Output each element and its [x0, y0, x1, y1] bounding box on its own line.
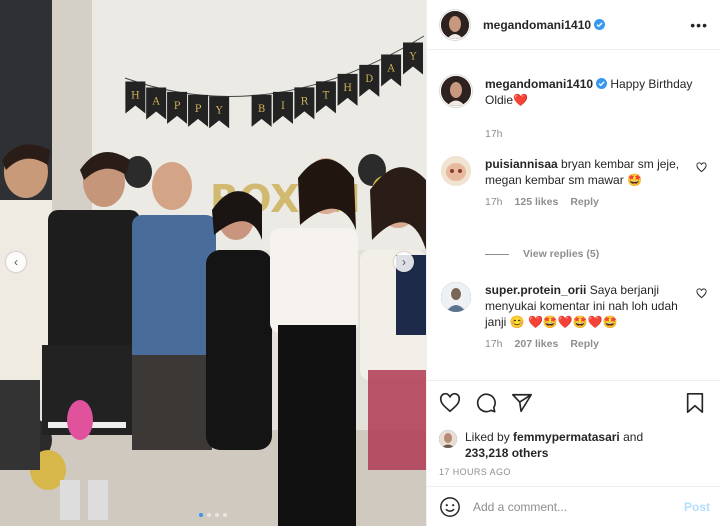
banner-letter: Y — [409, 52, 417, 63]
comment-avatar[interactable] — [441, 282, 471, 312]
like-heart-icon[interactable] — [439, 392, 461, 414]
view-replies-label: View replies (5) — [523, 248, 600, 260]
post-header: megandomani1410 ••• — [427, 0, 720, 50]
post-actions: Liked by femmypermatasari and 233,218 ot… — [427, 380, 720, 477]
comment-bubble-icon[interactable] — [475, 392, 497, 414]
star-struck-emoji: 🤩 — [627, 173, 643, 187]
replies-divider — [485, 253, 509, 255]
carousel-dot — [215, 513, 219, 517]
comment-likes[interactable]: 125 likes — [515, 194, 559, 210]
carousel-dot — [199, 513, 203, 517]
banner-letter: R — [301, 96, 309, 107]
banner-letter: A — [152, 96, 161, 107]
share-paper-plane-icon[interactable] — [511, 392, 533, 414]
chevron-right-icon: › — [402, 255, 406, 269]
liked-by-user[interactable]: femmypermatasari — [513, 430, 620, 444]
previous-slide-button[interactable]: ‹ — [6, 252, 26, 272]
banner-letter: B — [258, 104, 265, 115]
liked-by-others[interactable]: 233,218 others — [465, 446, 548, 460]
comment-time[interactable]: 17h — [485, 336, 503, 352]
comment-avatar[interactable] — [441, 156, 471, 186]
post-comment-button[interactable]: Post — [684, 500, 710, 514]
liked-by-and: and — [623, 430, 644, 444]
add-comment-form: Post — [427, 486, 720, 526]
caption-avatar[interactable] — [441, 76, 471, 106]
profile-photo-icon — [441, 156, 471, 186]
author-avatar[interactable] — [441, 10, 469, 39]
birthday-group-photo: HA P P Y B I RTHDAY ROXAN — [0, 0, 426, 526]
banner-letter: H — [343, 83, 352, 94]
liked-by-prefix: Liked by — [465, 430, 510, 444]
banner-letter: A — [386, 63, 395, 74]
verified-badge-icon — [596, 78, 608, 89]
comment-time[interactable]: 17h — [485, 194, 503, 210]
banner-letter: Y — [215, 105, 223, 116]
caption: megandomani1410 Happy Birthday Oldie❤️ 1… — [441, 76, 709, 142]
like-comment-heart-icon[interactable] — [696, 162, 707, 173]
save-bookmark-icon[interactable] — [684, 392, 706, 414]
red-heart-emoji: ❤️ — [513, 93, 528, 107]
comment-username[interactable]: puisiannisaa — [485, 157, 558, 171]
reply-button[interactable]: Reply — [570, 336, 599, 352]
comment-input[interactable] — [473, 499, 684, 514]
banner-letter: D — [365, 74, 373, 85]
banner-letter: H — [131, 91, 140, 102]
comment-username[interactable]: super.protein_orii — [485, 283, 586, 297]
next-slide-button[interactable]: › — [394, 252, 414, 272]
instagram-post: HAPPYBIRTHDAY ROXAN ‹ › megandomani1410 … — [0, 0, 720, 526]
reply-button[interactable]: Reply — [570, 194, 599, 210]
profile-photo-icon — [439, 430, 457, 448]
profile-photo-icon — [441, 76, 471, 106]
comment-likes[interactable]: 207 likes — [515, 336, 559, 352]
like-comment-heart-icon[interactable] — [696, 288, 707, 299]
comments-list: megandomani1410 Happy Birthday Oldie❤️ 1… — [427, 50, 720, 380]
banner-letter: I — [281, 101, 285, 112]
comment-item: puisiannisaa bryan kembar sm jeje, megan… — [441, 156, 709, 210]
comment-item: super.protein_orii Saya berjanji menyuka… — [441, 282, 709, 352]
emoji-sequence: 😊 ❤️🤩❤️🤩❤️🤩 — [509, 315, 618, 329]
banner-letter: T — [323, 90, 330, 101]
liker-avatar[interactable] — [439, 430, 457, 448]
liked-by: Liked by femmypermatasari and 233,218 ot… — [439, 429, 706, 461]
banner-letter: P — [174, 101, 181, 112]
carousel-dot — [207, 513, 211, 517]
carousel-indicator — [0, 513, 426, 517]
post-sidebar: megandomani1410 ••• megandomani1410 Happ… — [426, 0, 720, 526]
verified-badge-icon — [594, 19, 606, 30]
profile-photo-icon — [441, 282, 471, 312]
carousel-dot — [223, 513, 227, 517]
view-replies-button[interactable]: View replies (5) — [485, 248, 599, 260]
post-photo[interactable]: HAPPYBIRTHDAY ROXAN ‹ › — [0, 0, 426, 526]
emoji-smiley-icon[interactable] — [439, 496, 461, 518]
more-options-icon[interactable]: ••• — [690, 17, 708, 33]
caption-username[interactable]: megandomani1410 — [485, 77, 593, 91]
author-username[interactable]: megandomani1410 — [483, 18, 591, 32]
caption-time[interactable]: 17h — [485, 126, 503, 142]
banner-letter: P — [195, 104, 202, 115]
chevron-left-icon: ‹ — [14, 255, 18, 269]
post-timestamp[interactable]: 17 HOURS AGO — [439, 467, 706, 477]
profile-photo-icon — [441, 10, 469, 39]
